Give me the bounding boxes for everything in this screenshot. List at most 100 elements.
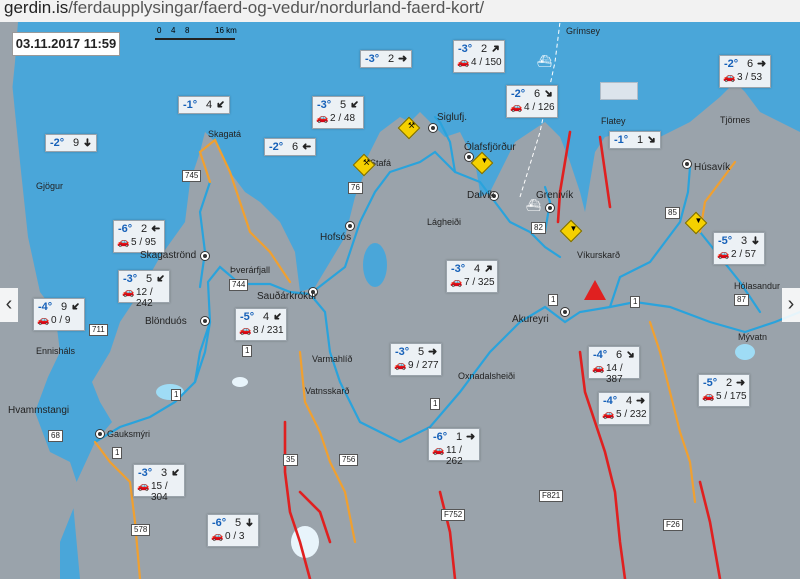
place-label: Lágheiði (427, 217, 462, 227)
weather-station[interactable]: -2° 6 ➜ 🚗 4 / 126 (506, 85, 558, 118)
temperature: -5° (703, 377, 718, 389)
road-number: F752 (441, 509, 466, 521)
wind-direction-icon: ➜ (643, 132, 659, 148)
place-label: Siglufj. (437, 112, 468, 123)
temperature: -6° (433, 431, 448, 443)
pan-right-button[interactable]: › (782, 288, 800, 322)
wind-speed: 6 (747, 58, 754, 70)
town-icon[interactable] (200, 316, 210, 326)
place-label: Húsavík (694, 162, 731, 173)
timestamp: 03.11.2017 11:59 (12, 32, 120, 56)
wind-direction-icon: ➜ (540, 86, 556, 102)
wind-direction-icon: ➜ (466, 431, 476, 443)
weather-station[interactable]: -1° 4 ➜ (178, 96, 230, 114)
road-number: 744 (229, 279, 249, 291)
road-number: 578 (131, 524, 151, 536)
weather-station[interactable]: -6° 5 ➜ 🚗 0 / 3 (207, 514, 259, 547)
traffic-count: 4 / 126 (524, 102, 555, 113)
wind-speed: 6 (292, 141, 299, 153)
weather-station[interactable]: -6° 2 ➜ 🚗 5 / 95 (113, 220, 165, 253)
place-label: Grímsey (566, 26, 601, 36)
weather-station[interactable]: -1° 1 ➜ (609, 131, 661, 149)
temperature: -3° (123, 273, 138, 285)
weather-station[interactable]: -4° 4 ➜ 🚗 5 / 232 (598, 392, 650, 425)
temperature: -2° (269, 141, 284, 153)
temperature: -1° (614, 134, 629, 146)
weather-station[interactable]: -4° 6 ➜ 🚗 14 / 387 (588, 346, 640, 385)
place-label: Ennisháls (36, 346, 76, 356)
weather-station[interactable]: -5° 4 ➜ 🚗 8 / 231 (235, 308, 287, 341)
place-label: Tjörnes (720, 115, 751, 125)
weather-station[interactable]: -3° 4 ➜ 🚗 7 / 325 (446, 260, 498, 293)
traffic-count: 2 / 57 (731, 249, 757, 260)
place-label: Blönduós (145, 316, 187, 327)
car-icon: 🚗 (394, 360, 407, 371)
traffic-count: 5 / 232 (616, 409, 647, 420)
wind-direction-icon: ➜ (243, 517, 256, 528)
wind-direction-icon: ➜ (736, 377, 746, 389)
car-icon: 🚗 (137, 481, 150, 492)
town-icon[interactable] (345, 221, 355, 231)
road-number: 1 (112, 447, 123, 459)
roadwork-warning-icon[interactable] (584, 280, 606, 300)
place-label: Mývatn (738, 332, 768, 342)
weather-station[interactable]: -5° 2 ➜ 🚗 5 / 175 (698, 374, 750, 407)
car-icon: 🚗 (211, 531, 224, 542)
town-icon[interactable] (200, 251, 210, 261)
weather-station[interactable]: -6° 1 ➜ 🚗 11 / 262 (428, 428, 480, 467)
traffic-count: 2 / 48 (330, 113, 356, 124)
road-number: 711 (89, 324, 108, 336)
wind-speed: 5 (340, 99, 347, 111)
weather-station[interactable]: -3° 2 ➜ (360, 50, 412, 68)
weather-station[interactable]: -2° 9 ➜ (45, 134, 97, 152)
browser-address-bar[interactable]: gerdin.is/ferdaupplysingar/faerd-og-vedu… (0, 0, 800, 23)
place-label: Skagatá (208, 129, 242, 139)
town-icon[interactable] (428, 123, 438, 133)
wind-speed: 4 (474, 263, 481, 275)
wind-direction-icon: ➜ (152, 270, 168, 286)
wind-direction-icon: ➜ (81, 137, 94, 148)
wind-speed: 2 (481, 43, 488, 55)
wind-direction-icon: ➜ (346, 96, 362, 112)
road-number: 1 (630, 296, 641, 308)
pan-left-button[interactable]: ‹ (0, 288, 18, 322)
town-icon[interactable] (560, 307, 570, 317)
car-icon: 🚗 (592, 363, 605, 374)
weather-station[interactable]: -3° 2 ➜ 🚗 4 / 150 (453, 40, 505, 73)
traffic-count: 5 / 175 (716, 391, 747, 402)
weather-station[interactable]: -3° 5 ➜ 🚗 2 / 48 (312, 96, 364, 129)
weather-station[interactable]: -3° 5 ➜ 🚗 9 / 277 (390, 343, 442, 376)
wind-speed: 4 (626, 395, 633, 407)
weather-station[interactable]: -5° 3 ➜ 🚗 2 / 57 (713, 232, 765, 265)
weather-station[interactable]: -2° 6 ➜ 🚗 3 / 53 (719, 55, 771, 88)
road-conditions-map[interactable]: 03.11.2017 11:59 0 4 8 16 km -3° 2 ➜ 🚗 4 / 1… (0, 22, 800, 579)
town-icon[interactable] (545, 203, 555, 213)
car-icon: 🚗 (450, 277, 463, 288)
ferry-icon: ⛴ (526, 198, 542, 212)
place-label: Hofsós (320, 232, 352, 243)
weather-station[interactable]: -2° 6 ➜ (264, 138, 316, 156)
wind-speed: 9 (61, 301, 68, 313)
place-label: Oxnadalsheiði (458, 371, 516, 381)
scale-bar: 0 4 8 16 km (155, 26, 265, 46)
weather-station[interactable]: -3° 3 ➜ 🚗 15 / 304 (133, 464, 185, 503)
weather-station[interactable]: -3° 5 ➜ 🚗 12 / 242 (118, 270, 170, 309)
traffic-count: 7 / 325 (464, 277, 495, 288)
car-icon: 🚗 (432, 445, 445, 456)
temperature: -6° (118, 223, 133, 235)
car-icon: 🚗 (239, 325, 252, 336)
traffic-count: 9 / 277 (408, 360, 439, 371)
temperature: -2° (724, 58, 739, 70)
town-icon[interactable] (95, 429, 105, 439)
weather-station[interactable]: -4° 9 ➜ 🚗 0 / 9 (33, 298, 85, 331)
town-icon[interactable] (682, 159, 692, 169)
place-label: Þverárfjall (230, 265, 271, 275)
car-icon: 🚗 (723, 72, 736, 83)
wind-direction-icon: ➜ (428, 346, 438, 358)
url-text[interactable]: gerdin.is/ferdaupplysingar/faerd-og-vedu… (4, 0, 484, 18)
place-label: Hvammstangi (8, 405, 70, 416)
place-label: Akureyri (512, 314, 549, 325)
temperature: -3° (138, 467, 153, 479)
place-label: Flatey (601, 116, 626, 126)
place-label: Grenivík (536, 190, 574, 201)
